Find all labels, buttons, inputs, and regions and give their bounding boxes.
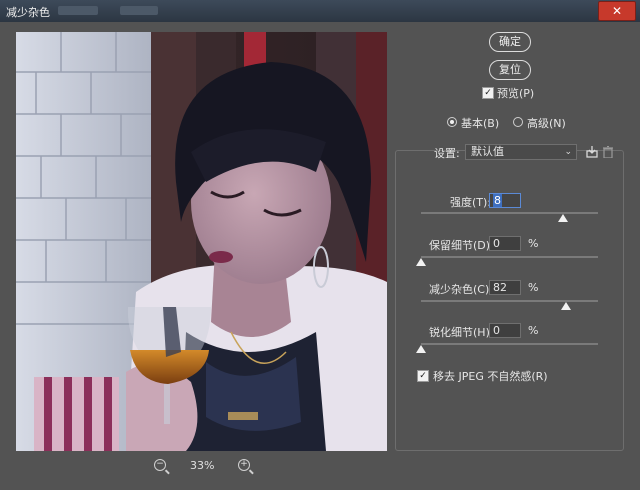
- preview-checkbox[interactable]: ✓: [482, 87, 494, 99]
- reduce-color-noise-input[interactable]: 82: [489, 280, 521, 295]
- reduce-color-noise-track[interactable]: [421, 300, 598, 302]
- preview-label: 预览(P): [497, 87, 535, 100]
- zoom-controls: − 33% +: [150, 459, 260, 475]
- zoom-out-icon[interactable]: −: [154, 459, 166, 471]
- preserve-details-thumb[interactable]: [416, 258, 426, 266]
- settings-value: 默认值: [471, 145, 504, 158]
- reduce-color-noise-thumb[interactable]: [561, 302, 572, 310]
- delete-preset-icon[interactable]: [603, 146, 613, 158]
- reset-button[interactable]: 复位: [489, 60, 531, 80]
- strength-label: 强度(T):: [450, 196, 492, 209]
- basic-label: 基本(B): [461, 117, 500, 130]
- preserve-details-track[interactable]: [421, 256, 598, 258]
- advanced-radio[interactable]: [513, 117, 523, 127]
- settings-dropdown[interactable]: 默认值 ⌄: [465, 144, 577, 160]
- preserve-details-label: 保留细节(D):: [429, 239, 494, 252]
- title-bar: 减少杂色 ✕: [0, 0, 640, 22]
- blurred-title-segment: [120, 6, 158, 15]
- close-button[interactable]: ✕: [598, 1, 636, 21]
- advanced-label: 高级(N): [527, 117, 566, 130]
- preserve-details-input[interactable]: 0: [489, 236, 521, 251]
- sharpen-details-thumb[interactable]: [416, 345, 426, 353]
- ok-button[interactable]: 确定: [489, 32, 531, 52]
- preserve-details-unit: %: [528, 237, 539, 250]
- sharpen-details-label: 锐化细节(H):: [429, 326, 494, 339]
- sharpen-details-input[interactable]: 0: [489, 323, 521, 338]
- sharpen-details-track[interactable]: [421, 343, 598, 345]
- zoom-level: 33%: [190, 459, 215, 472]
- sharpen-details-unit: %: [528, 324, 539, 337]
- blurred-title-segment: [58, 6, 98, 15]
- strength-input[interactable]: 8: [489, 193, 521, 208]
- save-preset-icon[interactable]: [586, 146, 598, 158]
- strength-thumb[interactable]: [557, 214, 568, 222]
- remove-jpeg-artifact-label: 移去 JPEG 不自然感(R): [433, 370, 548, 383]
- reduce-color-noise-label: 减少杂色(C):: [429, 283, 493, 296]
- preview-photo: [16, 32, 387, 451]
- preview-image[interactable]: [16, 32, 387, 451]
- chevron-down-icon: ⌄: [564, 147, 572, 157]
- zoom-in-icon[interactable]: +: [238, 459, 250, 471]
- reduce-color-noise-unit: %: [528, 281, 539, 294]
- strength-track[interactable]: [421, 212, 598, 214]
- settings-label: 设置:: [434, 147, 460, 160]
- basic-radio[interactable]: [447, 117, 457, 127]
- window-title: 减少杂色: [6, 6, 50, 19]
- remove-jpeg-artifact-checkbox[interactable]: ✓: [417, 370, 429, 382]
